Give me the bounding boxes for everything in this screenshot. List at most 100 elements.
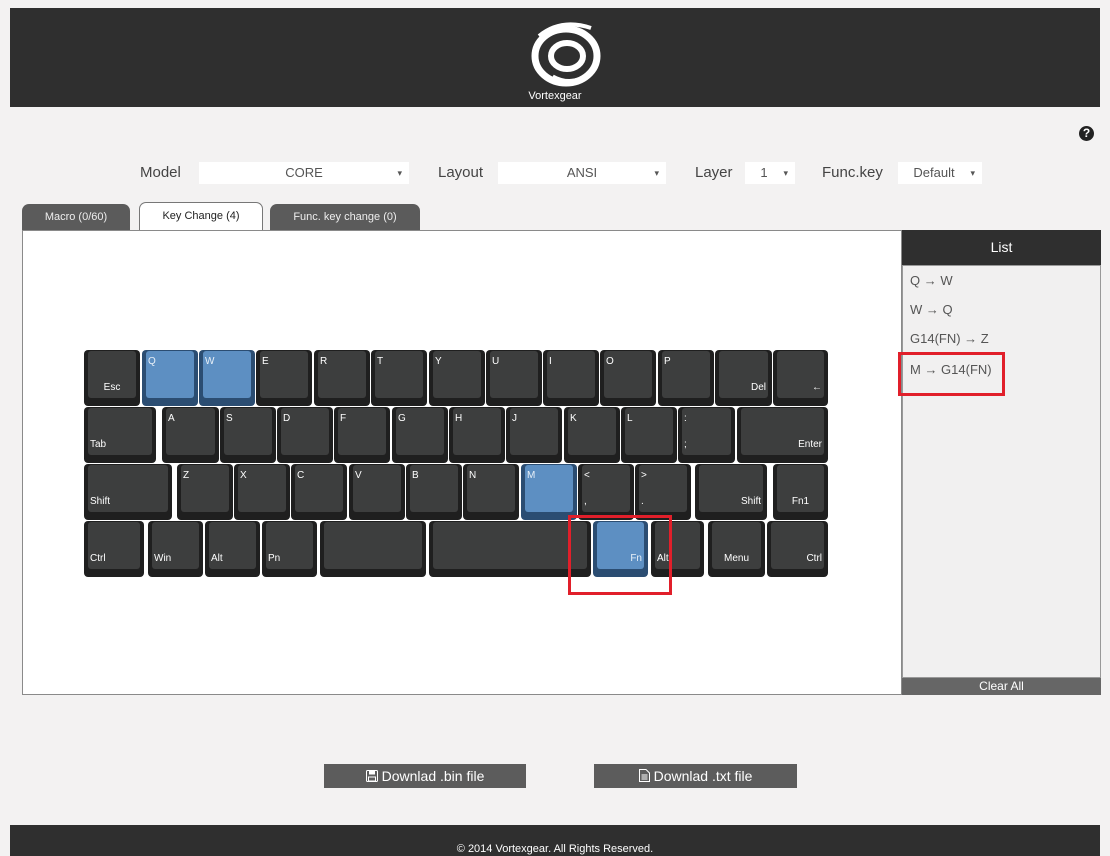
key-top-label: > xyxy=(641,470,647,481)
key-del[interactable]: Del xyxy=(715,350,772,406)
funckey-select[interactable]: Default ▾ xyxy=(898,162,982,184)
key-symbol[interactable]: :; xyxy=(678,407,735,463)
key-top-label: < xyxy=(584,470,590,481)
key-ctrl[interactable]: Ctrl xyxy=(767,521,828,577)
key-top-label: Z xyxy=(183,470,190,481)
layout-label: Layout xyxy=(438,164,484,181)
key-top-label: Q xyxy=(148,356,156,367)
key-shift[interactable]: Shift xyxy=(84,464,172,520)
list-header: List xyxy=(902,230,1101,265)
key-d[interactable]: D xyxy=(277,407,333,463)
key-o[interactable]: O xyxy=(600,350,656,406)
key-m[interactable]: M xyxy=(521,464,577,520)
key-pn[interactable]: Pn xyxy=(262,521,317,577)
key-bottom-label: Esc xyxy=(103,382,121,393)
key-top-label: I xyxy=(549,356,552,367)
copyright-text: © 2014 Vortexgear. All Rights Reserved. xyxy=(456,843,654,855)
key-change-list: Q → W W → Q G14(FN) → Z M → G14(FN) xyxy=(902,265,1101,678)
highlight-box-fn-key xyxy=(568,515,672,595)
key-top-label: R xyxy=(320,356,328,367)
key-z[interactable]: Z xyxy=(177,464,233,520)
tab-macro[interactable]: Macro (0/60) xyxy=(22,204,130,230)
key-k[interactable]: K xyxy=(564,407,620,463)
key-face xyxy=(324,522,422,569)
key-tab[interactable]: Tab xyxy=(84,407,156,463)
key-bottom-label: Menu xyxy=(723,553,749,564)
key-g[interactable]: G xyxy=(392,407,448,463)
floppy-disk-icon xyxy=(365,770,378,782)
help-icon[interactable]: ? xyxy=(1079,126,1094,141)
key-space[interactable] xyxy=(320,521,426,577)
key-bottom-label: Alt xyxy=(211,553,223,564)
download-txt-label: Downlad .txt file xyxy=(653,768,753,784)
key-symbol[interactable]: >. xyxy=(635,464,691,520)
key-symbol[interactable]: ← xyxy=(773,350,828,406)
key-bottom-label: Fn1 xyxy=(791,496,810,507)
key-top-label: W xyxy=(205,356,215,367)
key-r[interactable]: R xyxy=(314,350,370,406)
vortexgear-logo xyxy=(531,22,601,87)
key-esc[interactable]: Esc xyxy=(84,350,140,406)
key-w[interactable]: W xyxy=(199,350,255,406)
download-bin-button[interactable]: Downlad .bin file xyxy=(324,764,526,788)
key-y[interactable]: Y xyxy=(429,350,485,406)
key-n[interactable]: N xyxy=(463,464,519,520)
key-top-label: F xyxy=(340,413,347,424)
key-top-label: O xyxy=(606,356,614,367)
key-f[interactable]: F xyxy=(334,407,390,463)
key-win[interactable]: Win xyxy=(148,521,203,577)
key-l[interactable]: L xyxy=(621,407,677,463)
key-top-label: : xyxy=(684,413,687,424)
key-bottom-label: Pn xyxy=(268,553,281,564)
funckey-value: Default xyxy=(913,165,955,180)
model-select[interactable]: CORE ▾ xyxy=(199,162,409,184)
key-t[interactable]: T xyxy=(371,350,427,406)
download-txt-button[interactable]: Downlad .txt file xyxy=(594,764,797,788)
key-bottom-label: Shift xyxy=(740,496,761,507)
model-label: Model xyxy=(140,164,181,181)
list-item[interactable]: G14(FN) → Z xyxy=(910,331,989,346)
key-top-label: S xyxy=(226,413,233,424)
key-top-label: M xyxy=(527,470,536,481)
key-symbol[interactable]: <, xyxy=(578,464,634,520)
list-item[interactable]: Q → W xyxy=(910,273,953,288)
layer-select[interactable]: 1 ▾ xyxy=(745,162,795,184)
key-bottom-label: Tab xyxy=(90,439,107,450)
chevron-down-icon: ▾ xyxy=(397,168,402,178)
key-fn1[interactable]: Fn1 xyxy=(773,464,828,520)
key-b[interactable]: B xyxy=(406,464,462,520)
key-space[interactable] xyxy=(429,521,591,577)
key-top-label: H xyxy=(455,413,463,424)
key-v[interactable]: V xyxy=(349,464,405,520)
tab-key-change[interactable]: Key Change (4) xyxy=(139,202,263,232)
key-top-label: V xyxy=(355,470,362,481)
layout-select[interactable]: ANSI ▾ xyxy=(498,162,666,184)
key-j[interactable]: J xyxy=(506,407,562,463)
key-i[interactable]: I xyxy=(543,350,599,406)
key-a[interactable]: A xyxy=(162,407,219,463)
list-item[interactable]: W → Q xyxy=(910,302,953,317)
key-bottom-label: ← xyxy=(812,382,822,393)
chevron-down-icon: ▾ xyxy=(783,168,788,178)
key-menu[interactable]: Menu xyxy=(708,521,765,577)
key-q[interactable]: Q xyxy=(142,350,198,406)
key-s[interactable]: S xyxy=(220,407,276,463)
key-u[interactable]: U xyxy=(486,350,542,406)
key-enter[interactable]: Enter xyxy=(737,407,828,463)
app-footer: © 2014 Vortexgear. All Rights Reserved. xyxy=(10,825,1100,856)
download-bin-label: Downlad .bin file xyxy=(381,768,485,784)
key-top-label: E xyxy=(262,356,269,367)
key-e[interactable]: E xyxy=(256,350,312,406)
key-p[interactable]: P xyxy=(658,350,714,406)
key-c[interactable]: C xyxy=(291,464,347,520)
key-h[interactable]: H xyxy=(449,407,505,463)
file-text-icon xyxy=(638,769,650,782)
key-shift[interactable]: Shift xyxy=(695,464,767,520)
clear-all-button[interactable]: Clear All xyxy=(902,678,1101,695)
tab-func-key-change[interactable]: Func. key change (0) xyxy=(270,204,420,230)
key-alt[interactable]: Alt xyxy=(205,521,260,577)
key-bottom-label: Ctrl xyxy=(806,553,822,564)
key-top-label: C xyxy=(297,470,305,481)
key-ctrl[interactable]: Ctrl xyxy=(84,521,144,577)
key-x[interactable]: X xyxy=(234,464,290,520)
